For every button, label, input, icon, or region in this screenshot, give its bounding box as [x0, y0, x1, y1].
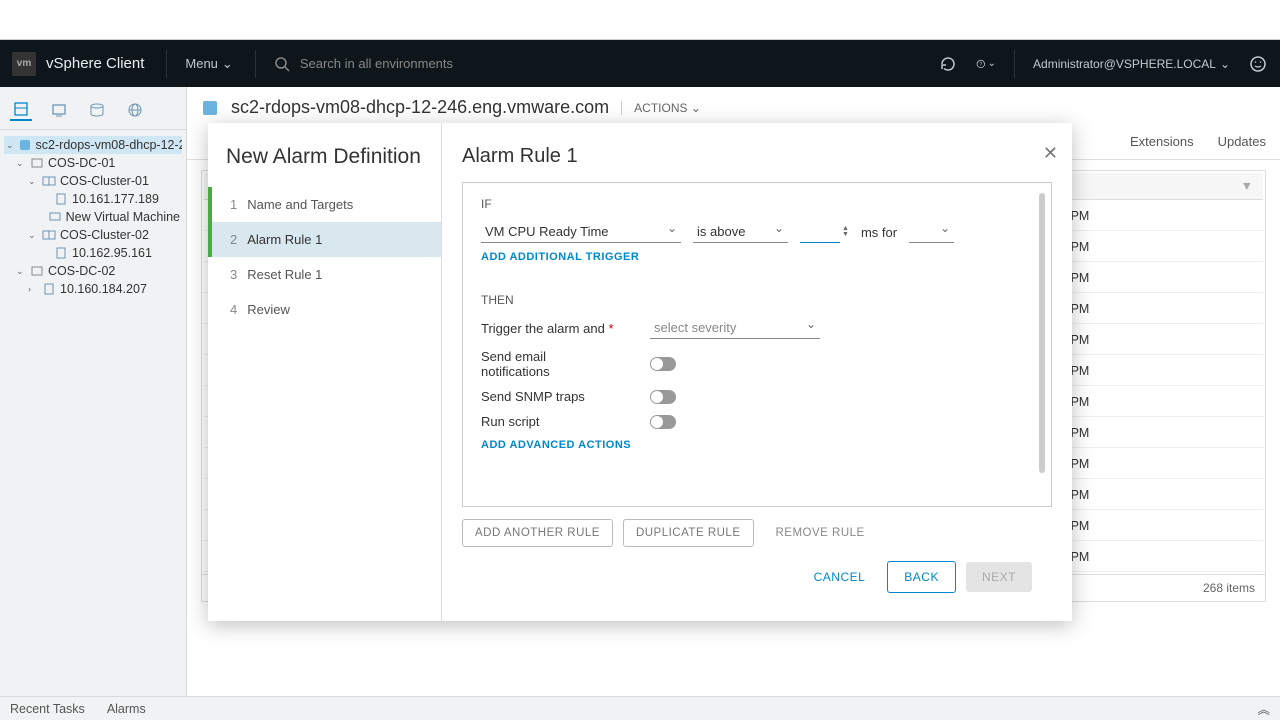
- step-review[interactable]: 4Review: [208, 292, 441, 327]
- trigger-value-input[interactable]: [800, 221, 840, 243]
- script-toggle[interactable]: [650, 415, 676, 429]
- tree-cluster[interactable]: ⌄COS-Cluster-01: [4, 172, 182, 190]
- step-reset-rule-1[interactable]: 3Reset Rule 1: [208, 257, 441, 292]
- duplicate-rule-button[interactable]: DUPLICATE RULE: [623, 519, 754, 547]
- back-button[interactable]: BACK: [887, 561, 956, 593]
- rule-title: Alarm Rule 1: [462, 145, 1052, 168]
- smiley-icon[interactable]: [1248, 54, 1268, 74]
- new-alarm-modal: New Alarm Definition 1Name and Targets 2…: [208, 123, 1072, 621]
- next-button: NEXT: [966, 562, 1032, 592]
- then-label: THEN: [481, 293, 1033, 307]
- tab-extensions[interactable]: Extensions: [1130, 128, 1194, 155]
- svg-text:?: ?: [979, 62, 982, 68]
- vm-logo: vm: [12, 52, 36, 76]
- script-label: Run script: [481, 414, 616, 429]
- remove-rule-button[interactable]: REMOVE RULE: [764, 519, 877, 547]
- tree-datacenter[interactable]: ⌄COS-DC-01: [4, 154, 182, 172]
- search-placeholder: Search in all environments: [300, 56, 453, 71]
- global-search[interactable]: Search in all environments: [274, 56, 453, 72]
- stepper-icon[interactable]: ▲▼: [842, 226, 849, 238]
- unit-label: ms for: [861, 225, 897, 240]
- nav-sidebar: ⌄sc2-rdops-vm08-dhcp-12-2... ⌄COS-DC-01 …: [0, 87, 187, 696]
- app-title: vSphere Client: [46, 55, 144, 72]
- actions-menu[interactable]: ACTIONS ⌄: [621, 101, 701, 115]
- vms-tab-icon[interactable]: [48, 99, 70, 121]
- storage-tab-icon[interactable]: [86, 99, 108, 121]
- snmp-label: Send SNMP traps: [481, 389, 616, 404]
- modal-title: New Alarm Definition: [208, 145, 441, 187]
- if-label: IF: [481, 197, 1033, 211]
- tree-host[interactable]: ›10.160.184.207: [4, 280, 182, 298]
- vcenter-icon: [201, 99, 219, 117]
- footer-bar: Recent Tasks Alarms ︽: [0, 696, 1280, 720]
- add-another-rule-button[interactable]: ADD ANOTHER RULE: [462, 519, 613, 547]
- rule-box: IF VM CPU Ready Time is above ▲▼ ms for …: [462, 182, 1052, 507]
- step-alarm-rule-1[interactable]: 2Alarm Rule 1: [208, 222, 441, 257]
- scrollbar[interactable]: [1039, 193, 1045, 473]
- recent-tasks-tab[interactable]: Recent Tasks: [10, 702, 85, 716]
- trigger-operator-select[interactable]: is above: [693, 221, 788, 243]
- trigger-metric-select[interactable]: VM CPU Ready Time: [481, 221, 681, 243]
- chevron-down-icon: ⌄: [1220, 57, 1230, 71]
- chevron-down-icon: ⌄: [691, 101, 701, 115]
- page-title: sc2-rdops-vm08-dhcp-12-246.eng.vmware.co…: [231, 97, 609, 118]
- email-label: Send email notifications: [481, 349, 616, 379]
- inventory-tree: ⌄sc2-rdops-vm08-dhcp-12-2... ⌄COS-DC-01 …: [0, 130, 186, 304]
- tree-datacenter[interactable]: ⌄COS-DC-02: [4, 262, 182, 280]
- expand-icon[interactable]: ︽: [1257, 699, 1270, 718]
- refresh-icon[interactable]: [938, 54, 958, 74]
- snmp-toggle[interactable]: [650, 390, 676, 404]
- add-advanced-link[interactable]: ADD ADVANCED ACTIONS: [481, 439, 1033, 451]
- tree-host[interactable]: 10.161.177.189: [4, 190, 182, 208]
- add-trigger-link[interactable]: ADD ADDITIONAL TRIGGER: [481, 251, 1033, 263]
- search-icon: [274, 56, 290, 72]
- filter-icon[interactable]: ▼: [1241, 179, 1253, 193]
- wizard-steps: New Alarm Definition 1Name and Targets 2…: [208, 123, 442, 621]
- tree-vcenter[interactable]: ⌄sc2-rdops-vm08-dhcp-12-2...: [4, 136, 182, 154]
- tree-vm[interactable]: New Virtual Machine: [4, 208, 182, 226]
- tree-host[interactable]: 10.162.95.161: [4, 244, 182, 262]
- app-header: vm vSphere Client Menu ⌄ Search in all e…: [0, 40, 1280, 87]
- close-icon[interactable]: ✕: [1043, 143, 1058, 164]
- chevron-down-icon: ⌄: [988, 58, 996, 69]
- cancel-button[interactable]: CANCEL: [802, 562, 878, 592]
- step-name-targets[interactable]: 1Name and Targets: [208, 187, 441, 222]
- alarms-tab[interactable]: Alarms: [107, 702, 146, 716]
- email-toggle[interactable]: [650, 357, 676, 371]
- network-tab-icon[interactable]: [124, 99, 146, 121]
- tree-cluster[interactable]: ⌄COS-Cluster-02: [4, 226, 182, 244]
- help-icon[interactable]: ? ⌄: [976, 54, 996, 74]
- browser-chrome: [0, 0, 1280, 40]
- user-menu[interactable]: Administrator@VSPHERE.LOCAL ⌄: [1033, 57, 1230, 71]
- severity-select[interactable]: select severity: [650, 317, 820, 339]
- chevron-down-icon: ⌄: [222, 56, 233, 72]
- trigger-duration-select[interactable]: [909, 221, 954, 243]
- tab-updates[interactable]: Updates: [1218, 128, 1266, 155]
- hosts-tab-icon[interactable]: [10, 99, 32, 121]
- menu-dropdown[interactable]: Menu ⌄: [185, 56, 232, 72]
